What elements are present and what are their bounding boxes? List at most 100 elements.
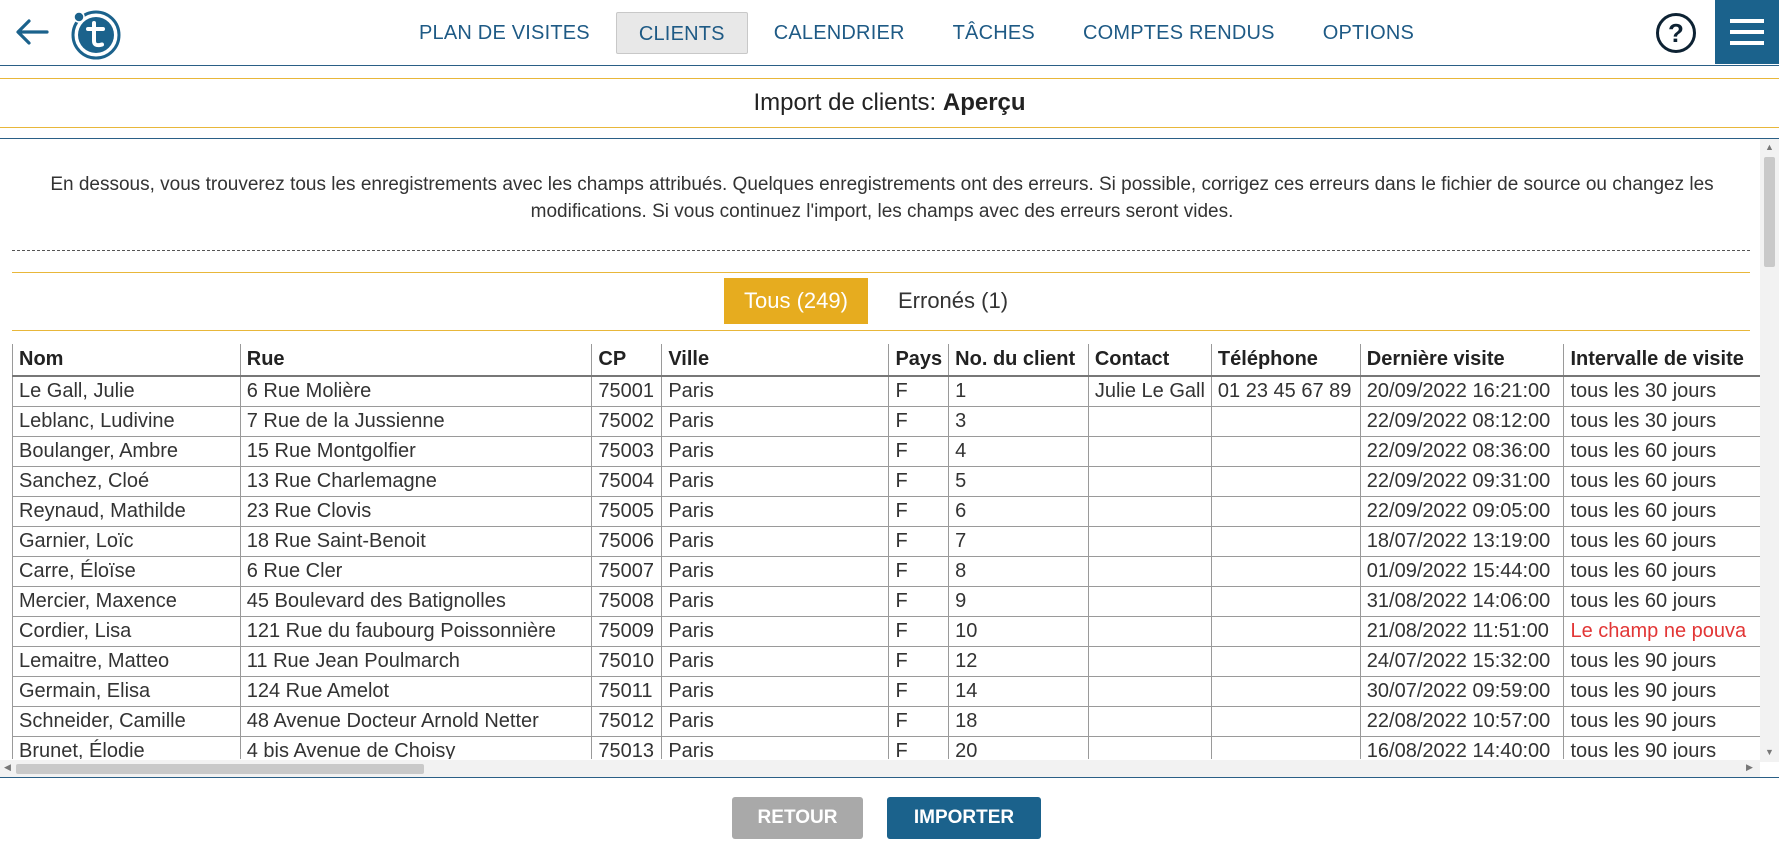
table-cell <box>1210 495 1361 527</box>
nav-item-options[interactable]: OPTIONS <box>1301 12 1436 54</box>
table-cell <box>1210 525 1361 557</box>
hamburger-menu-icon[interactable] <box>1715 0 1779 64</box>
table-cell: Boulanger, Ambre <box>12 435 241 467</box>
table-row[interactable]: Leblanc, Ludivine 7 Rue de la Jussienne 75… <box>12 405 1764 437</box>
table-cell <box>1087 645 1212 677</box>
table-cell: tous les 30 jours <box>1563 375 1764 407</box>
table-cell: 124 Rue Amelot <box>239 675 593 707</box>
table-cell <box>1210 465 1361 497</box>
nav-item-tâches[interactable]: TÂCHES <box>931 12 1057 54</box>
table-cell: 75006 <box>591 525 663 557</box>
table-cell: F <box>888 495 950 527</box>
table-cell: Carre, Éloïse <box>12 555 241 587</box>
table-row[interactable]: Brunet, Élodie 4 bis Avenue de Choisy 7501… <box>12 735 1764 759</box>
table-cell: 10 <box>948 615 1089 647</box>
main-nav: PLAN DE VISITES CLIENTS CALENDRIER TÂCHES CO… <box>395 0 1438 66</box>
table-cell: 18 <box>948 705 1089 737</box>
nav-item-plan-de-visites[interactable]: PLAN DE VISITES <box>397 12 612 54</box>
table-row[interactable]: Lemaitre, Matteo 11 Rue Jean Poulmarch 750… <box>12 645 1764 677</box>
table-row[interactable]: Germain, Elisa 124 Rue Amelot 75011 Paris F 1… <box>12 675 1764 707</box>
column-header: Ville <box>661 344 890 377</box>
scroll-up-arrow-icon[interactable]: ▲ <box>1765 142 1774 152</box>
table-cell: 75008 <box>591 585 663 617</box>
scroll-right-arrow-icon[interactable]: ▶ <box>1746 762 1753 773</box>
table-cell <box>1210 645 1361 677</box>
table-cell: 75003 <box>591 435 663 467</box>
table-cell: Paris <box>661 525 890 557</box>
table-cell <box>1087 435 1212 467</box>
table-cell <box>1087 465 1212 497</box>
help-icon[interactable]: ? <box>1656 13 1696 53</box>
app-logo[interactable] <box>70 8 122 60</box>
table-row[interactable]: Carre, Éloïse 6 Rue Cler 75007 Paris F 8 01/09… <box>12 555 1764 587</box>
table-row[interactable]: Reynaud, Mathilde 23 Rue Clovis 75005 Paris… <box>12 495 1764 527</box>
table-cell: tous les 90 jours <box>1563 675 1764 707</box>
table-cell: 5 <box>948 465 1089 497</box>
vertical-scrollbar[interactable]: ▲ ▼ <box>1760 139 1779 762</box>
nav-item-clients[interactable]: CLIENTS <box>615 12 748 54</box>
table-cell <box>1210 555 1361 587</box>
table-cell: Paris <box>661 705 890 737</box>
table-cell: F <box>888 435 950 467</box>
import-button[interactable]: IMPORTER <box>887 797 1041 839</box>
table-cell: 75001 <box>591 375 663 407</box>
table-cell: 75002 <box>591 405 663 437</box>
table-cell: F <box>888 555 950 587</box>
scroll-down-arrow-icon[interactable]: ▼ <box>1765 747 1774 757</box>
table-cell: 6 Rue Molière <box>239 375 593 407</box>
preview-panel: En dessous, vous trouverez tous les enre… <box>0 139 1779 778</box>
table-cell: Sanchez, Cloé <box>12 465 241 497</box>
table-cell: Mercier, Maxence <box>12 585 241 617</box>
table-row[interactable]: Le Gall, Julie 6 Rue Molière 75001 Paris F 1 J… <box>12 375 1764 407</box>
table-cell: Paris <box>661 495 890 527</box>
table-row[interactable]: Cordier, Lisa 121 Rue du faubourg Poisson… <box>12 615 1764 647</box>
column-header: Dernière visite <box>1359 344 1565 377</box>
horizontal-scroll-thumb[interactable] <box>16 764 424 774</box>
clients-table-container[interactable]: Nom Rue CP Ville Pays No. du client Contact Tél… <box>12 344 1764 759</box>
table-cell: F <box>888 705 950 737</box>
table-cell: Paris <box>661 465 890 497</box>
table-row[interactable]: Mercier, Maxence 45 Boulevard des Batigno… <box>12 585 1764 617</box>
table-cell: F <box>888 645 950 677</box>
table-cell: 75012 <box>591 705 663 737</box>
table-row[interactable]: Schneider, Camille 48 Avenue Docteur Arno… <box>12 705 1764 737</box>
table-cell: 18/07/2022 13:19:00 <box>1359 525 1565 557</box>
nav-item-calendrier[interactable]: CALENDRIER <box>752 12 927 54</box>
table-cell <box>1087 555 1212 587</box>
back-arrow-icon[interactable] <box>12 14 52 50</box>
column-header: CP <box>591 344 663 377</box>
table-cell: 48 Avenue Docteur Arnold Netter <box>239 705 593 737</box>
vertical-scroll-thumb[interactable] <box>1764 157 1775 267</box>
table-cell: 75010 <box>591 645 663 677</box>
table-cell: Paris <box>661 735 890 759</box>
back-button[interactable]: RETOUR <box>732 797 863 839</box>
table-cell <box>1087 585 1212 617</box>
table-cell: 21/08/2022 11:51:00 <box>1359 615 1565 647</box>
table-cell: F <box>888 405 950 437</box>
table-cell: F <box>888 585 950 617</box>
table-cell <box>1087 615 1212 647</box>
tab-errors[interactable]: Erronés (1) <box>878 278 1028 324</box>
table-cell: Paris <box>661 435 890 467</box>
nav-item-comptes-rendus[interactable]: COMPTES RENDUS <box>1061 12 1297 54</box>
table-cell: 7 Rue de la Jussienne <box>239 405 593 437</box>
table-cell: 14 <box>948 675 1089 707</box>
table-cell <box>1087 675 1212 707</box>
table-cell: tous les 90 jours <box>1563 735 1764 759</box>
table-cell: 22/09/2022 09:05:00 <box>1359 495 1565 527</box>
horizontal-scrollbar[interactable]: ◀ ▶ <box>0 760 1760 777</box>
table-row[interactable]: Sanchez, Cloé 13 Rue Charlemagne 75004 Pari… <box>12 465 1764 497</box>
table-cell <box>1210 405 1361 437</box>
tab-all[interactable]: Tous (249) <box>724 278 868 324</box>
table-cell: 13 Rue Charlemagne <box>239 465 593 497</box>
table-cell: tous les 60 jours <box>1563 435 1764 467</box>
table-header-row: Nom Rue CP Ville Pays No. du client Contact Tél… <box>12 344 1764 377</box>
column-header: Contact <box>1087 344 1212 377</box>
table-cell: Cordier, Lisa <box>12 615 241 647</box>
table-cell: Germain, Elisa <box>12 675 241 707</box>
scroll-left-arrow-icon[interactable]: ◀ <box>4 762 11 773</box>
table-cell: F <box>888 465 950 497</box>
table-row[interactable]: Garnier, Loïc 18 Rue Saint-Benoit 75006 Par… <box>12 525 1764 557</box>
table-row[interactable]: Boulanger, Ambre 15 Rue Montgolfier 75003 P… <box>12 435 1764 467</box>
table-cell: Paris <box>661 405 890 437</box>
